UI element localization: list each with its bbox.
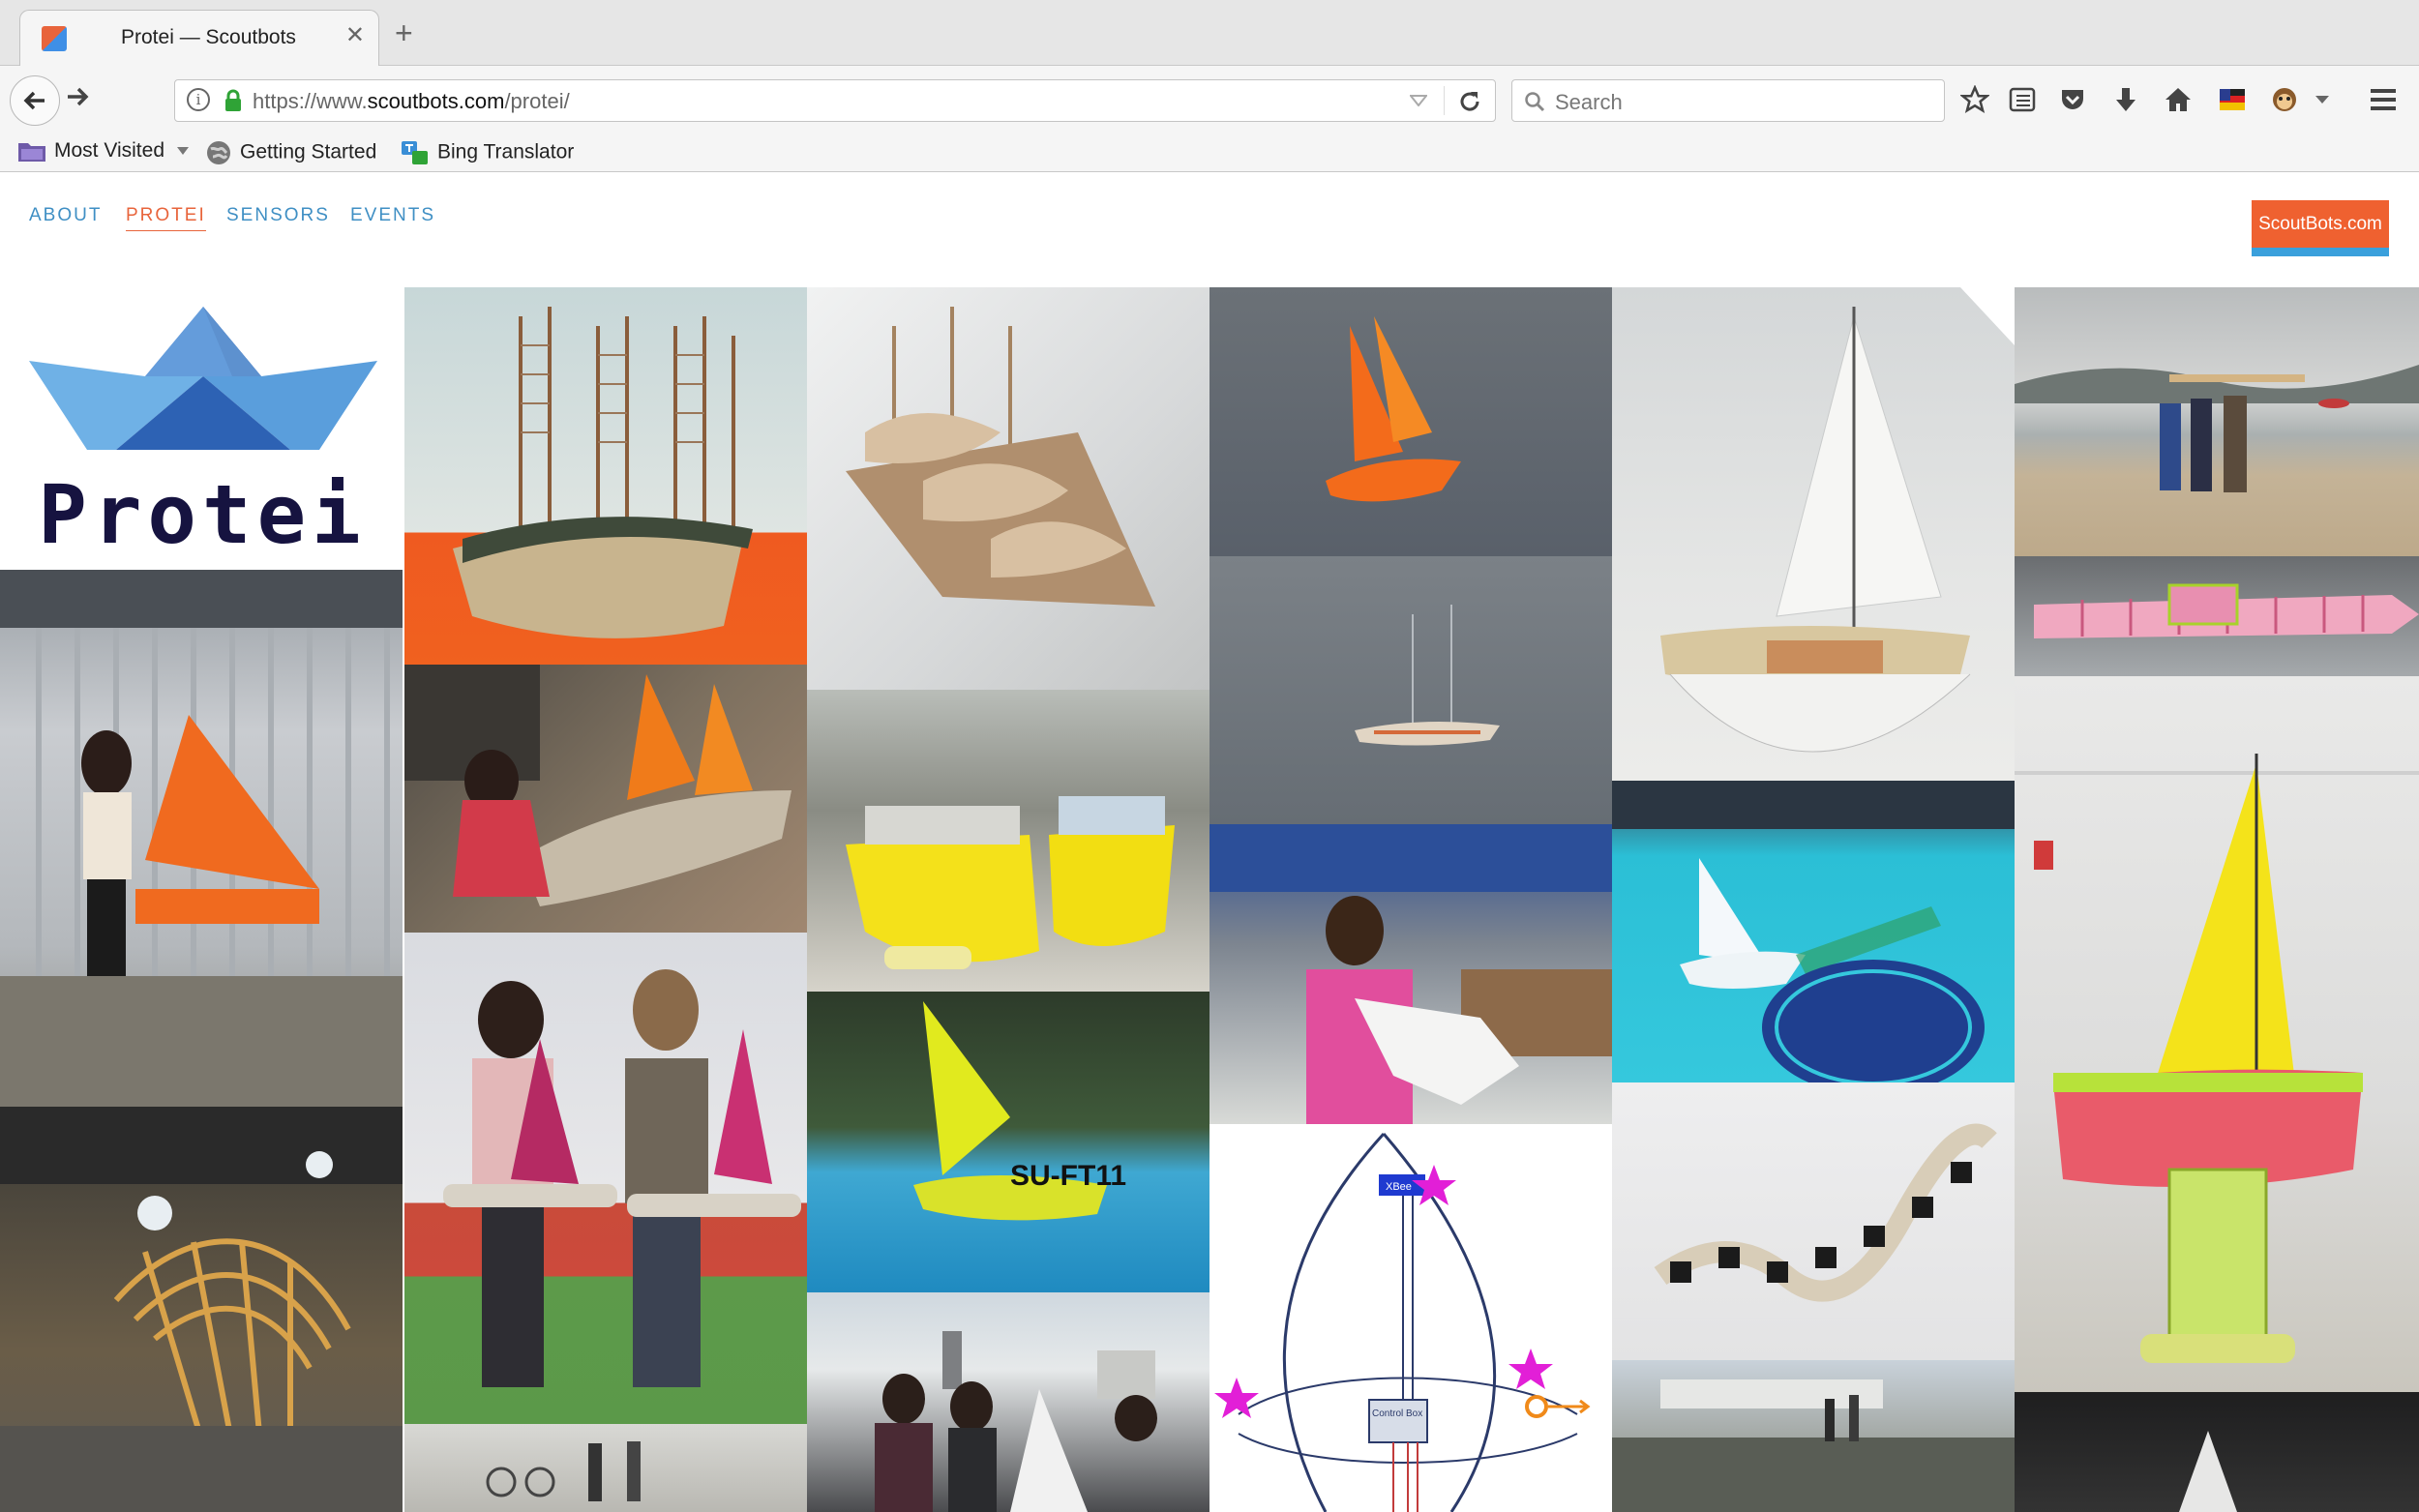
photo-servo-snake[interactable] (1612, 1082, 2015, 1360)
photo-wooden-hull-frame-art (0, 1107, 403, 1512)
photo-boat-pool-logo-art (1612, 781, 2015, 1082)
photo-woman-assembling-hull[interactable] (404, 665, 807, 933)
photo-yellow-boat-pool-art: SU-FT11 (913, 1001, 1126, 1221)
photo-yellow-sail-pink-hull-art (2015, 754, 2419, 1363)
photo-woman-holding-foam-art (1210, 824, 1612, 1124)
downloads-icon[interactable] (2113, 86, 2138, 113)
hamburger-menu-icon[interactable] (2369, 87, 2398, 112)
flag-extension-icon[interactable] (2220, 89, 2245, 110)
photo-dark-sail[interactable] (2015, 1392, 2419, 1512)
photo-woman-orange-sail[interactable] (0, 570, 403, 1107)
reload-icon[interactable] (1458, 90, 1481, 113)
photo-team-harbor[interactable] (807, 1292, 1210, 1512)
photo-yellow-sail-pink-hull[interactable] (2015, 676, 2419, 1392)
logo-wordmark: Protei (38, 467, 367, 562)
folder-icon (18, 143, 45, 163)
diagram-control-box-wiring[interactable]: XBee Control Box (1210, 1124, 1612, 1512)
bookmark-getting-started[interactable]: Getting Started (205, 139, 376, 166)
photo-woman-holding-foam[interactable] (1210, 824, 1612, 1124)
new-tab-button[interactable]: + (395, 17, 413, 48)
photo-beach-team[interactable] (2015, 287, 2419, 556)
photo-white-sail-prototype[interactable] (1612, 287, 2015, 781)
address-bar[interactable]: i https://www.scoutbots.com/protei/ (174, 79, 1496, 122)
photo-orange-sail-water[interactable] (1210, 287, 1612, 556)
diagram-control-box-wiring-art: XBee Control Box (1214, 1132, 1591, 1512)
bookmark-bing-translator[interactable]: Bing Translator (401, 139, 574, 166)
nav-events[interactable]: EVENTS (350, 205, 435, 226)
navigation-toolbar: i https://www.scoutbots.com/protei/ Sear… (0, 66, 2419, 135)
chevron-down-icon (176, 147, 189, 156)
extension-dropdown-icon[interactable] (2314, 95, 2330, 104)
browser-tab-active[interactable]: Protei — Scoutbots ✕ (19, 10, 379, 66)
photo-wooden-hull-frame[interactable] (0, 1107, 403, 1512)
photo-team-harbor-art (875, 1331, 1157, 1512)
photo-two-men-pink-sails[interactable] (404, 933, 807, 1424)
monkey-extension-icon[interactable] (2270, 85, 2299, 114)
photo-modular-hull-orange-floor[interactable] (404, 287, 807, 665)
photo-pink-segmented-hull-art (2034, 583, 2419, 638)
translator-icon (402, 141, 428, 164)
photo-servo-snake-art (1654, 1123, 1997, 1302)
photo-dock-people-art (1612, 1379, 2015, 1512)
photo-dock-people[interactable] (1612, 1360, 2015, 1512)
photo-dark-sail-art (2179, 1431, 2237, 1512)
bookmark-most-visited[interactable]: Most Visited (17, 139, 190, 163)
tab-strip: Protei — Scoutbots ✕ + (0, 0, 2419, 66)
bookmarks-toolbar: Most Visited Getting Started Bing Transl… (0, 135, 2419, 172)
photo-orange-sail-water-art (1326, 316, 1461, 502)
xbee-label: XBee (1386, 1181, 1412, 1193)
paper-boat-logo-icon (29, 307, 377, 450)
photo-woman-orange-sail-art (0, 570, 403, 1107)
photo-yellow-hull-electronics[interactable] (807, 690, 1210, 992)
protei-logo: Protei (0, 287, 404, 570)
photo-gallery: Protei SU-FT11 XBee Control Box (0, 287, 2419, 1512)
nav-about[interactable]: ABOUT (29, 205, 102, 226)
back-button[interactable] (10, 75, 60, 126)
photo-woman-assembling-hull-art (404, 665, 791, 906)
url-text[interactable]: https://www.scoutbots.com/protei/ (187, 89, 570, 114)
photo-modular-hull-orange-floor-art (453, 307, 753, 638)
scoutbots-home-button[interactable]: ScoutBots.com (2252, 200, 2389, 256)
pocket-icon[interactable] (2059, 86, 2086, 113)
tab-close-icon[interactable]: ✕ (345, 21, 365, 49)
photo-two-men-pink-sails-art (443, 969, 801, 1387)
bookmarks-menu-icon[interactable] (2009, 87, 2036, 112)
photo-warehouse-bikes-art (486, 1441, 641, 1501)
bookmark-star-icon[interactable] (1960, 85, 1989, 114)
photo-pink-segmented-hull[interactable] (2015, 556, 2419, 676)
tab-title: Protei — Scoutbots (121, 26, 296, 48)
url-separator (1444, 86, 1445, 115)
nav-protei[interactable]: PROTEI (126, 205, 206, 231)
photo-boat-pool-logo[interactable] (1612, 781, 2015, 1082)
url-dropdown-icon[interactable] (1410, 95, 1427, 106)
search-icon (1525, 92, 1545, 112)
site-favicon-icon (42, 26, 67, 51)
back-arrow-icon (23, 91, 45, 110)
search-placeholder: Search (1555, 90, 1623, 114)
photo-white-sail-prototype-art (1660, 287, 2015, 753)
pool-sign-text: SU-FT11 (1010, 1160, 1126, 1192)
photo-cardboard-trimaran-model[interactable] (807, 287, 1210, 690)
home-icon[interactable] (2164, 86, 2193, 113)
globe-icon (207, 141, 230, 164)
photo-yellow-hull-electronics-art (846, 796, 1175, 969)
photo-beach-team-art (2015, 365, 2419, 492)
forward-arrow-icon (68, 87, 89, 106)
nav-sensors[interactable]: SENSORS (226, 205, 330, 226)
photo-warehouse-bikes[interactable] (404, 1424, 807, 1512)
control-box-label: Control Box (1372, 1408, 1422, 1419)
forward-button[interactable] (64, 83, 91, 118)
photo-boat-far-water-art (1355, 605, 1500, 746)
search-input[interactable]: Search (1511, 79, 1945, 122)
photo-yellow-boat-pool[interactable]: SU-FT11 (807, 992, 1210, 1292)
photo-cardboard-trimaran-model-art (846, 307, 1155, 607)
photo-boat-far-water[interactable] (1210, 556, 1612, 824)
